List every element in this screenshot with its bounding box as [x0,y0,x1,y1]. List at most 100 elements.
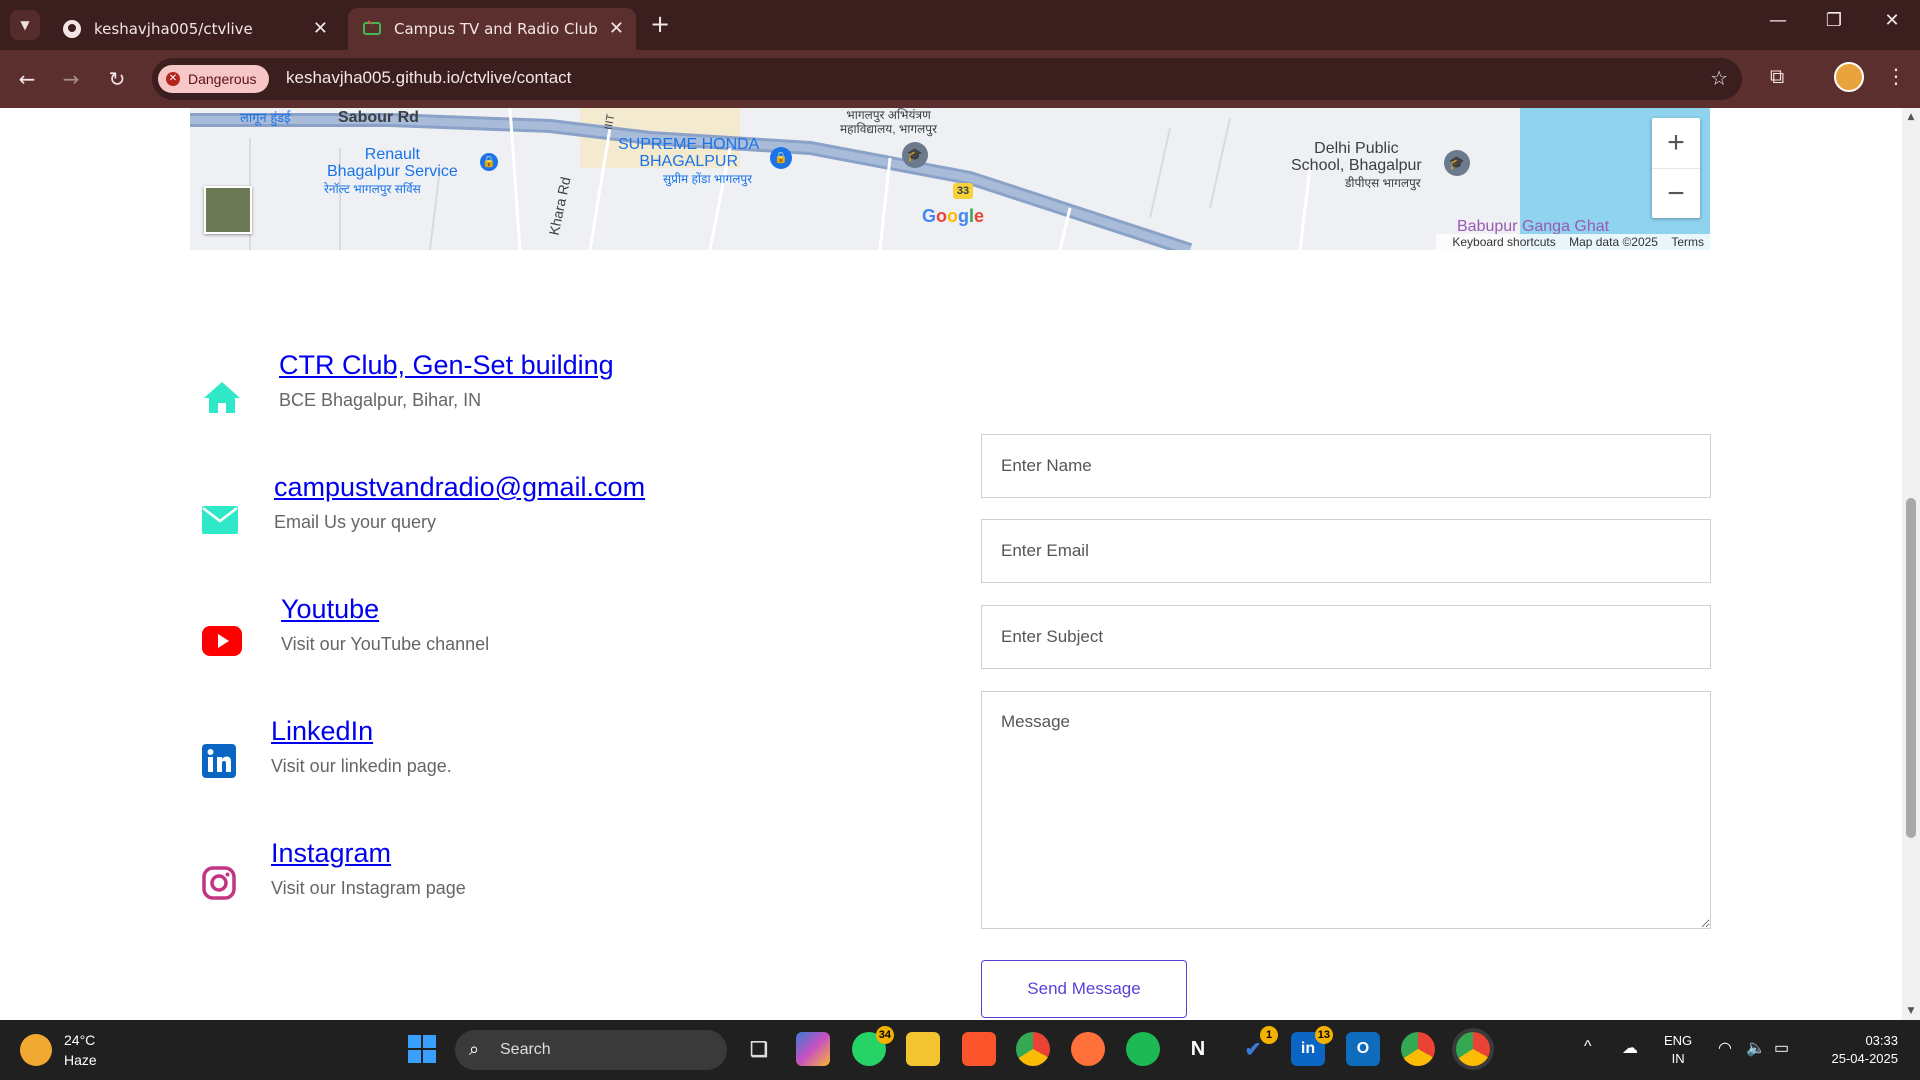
forward-icon[interactable]: → [56,64,86,94]
site-icon [362,19,382,39]
google-map[interactable]: लागून हुंडई Sabour Rd Renault Bhagalpur … [190,108,1710,250]
map-label: SUPREME HONDA BHAGALPUR [618,136,760,170]
security-warning-chip[interactable]: ✕ Dangerous [158,65,269,93]
github-icon [62,19,82,39]
clock-time: 03:33 [1865,1033,1898,1048]
firefox-icon[interactable] [1071,1032,1105,1066]
address-link[interactable]: CTR Club, Gen-Set building [279,350,614,381]
onedrive-icon[interactable]: ☁ [1622,1038,1638,1058]
terms-link[interactable]: Terms [1671,235,1704,249]
whatsapp-icon[interactable]: 34 [852,1026,894,1066]
page-viewport: लागून हुंडई Sabour Rd Renault Bhagalpur … [0,108,1902,1020]
school-pin-icon[interactable]: 🎓 [902,142,928,168]
map-label: Renault Bhagalpur Service [327,146,458,180]
message-field[interactable] [981,691,1711,929]
tab-campus-tv[interactable]: Campus TV and Radio Club ✕ [348,8,636,50]
todo-icon[interactable]: ✔ 1 [1236,1026,1278,1066]
linkedin-app-icon[interactable]: in 13 [1291,1026,1333,1066]
youtube-subtitle: Visit our YouTube channel [281,634,490,654]
browser-toolbar: ← → ↻ ✕ Dangerous keshavjha005.github.io… [0,50,1920,108]
name-field[interactable] [981,434,1711,498]
outlook-icon[interactable]: O [1346,1032,1380,1066]
restore-icon[interactable]: ❐ [1814,10,1854,31]
keyboard-shortcuts-link[interactable]: Keyboard shortcuts [1452,235,1555,249]
subject-field[interactable] [981,605,1711,669]
map-label: सुप्रीम होंडा भागलपुर [663,172,753,186]
security-label: Dangerous [188,71,257,87]
close-window-icon[interactable]: ✕ [1872,10,1912,31]
zoom-controls: + − [1652,118,1700,218]
battery-icon[interactable]: ▭ [1774,1038,1789,1058]
minimize-icon[interactable]: — [1758,10,1798,31]
reload-icon[interactable]: ↻ [102,64,132,94]
language-indicator[interactable]: ENG IN [1664,1032,1692,1068]
instagram-subtitle: Visit our Instagram page [271,878,466,898]
language-code: ENG [1664,1033,1693,1048]
region-code: IN [1671,1051,1685,1066]
chrome-icon[interactable] [1016,1032,1050,1066]
show-hidden-icons[interactable]: ^ [1584,1038,1592,1056]
close-tab-icon[interactable]: ✕ [313,18,328,39]
browser-tab-bar: ▼ keshavjha005/ctvlive ✕ Campus TV and R… [0,0,1920,50]
weather-haze-icon[interactable] [20,1034,52,1066]
back-icon[interactable]: ← [12,64,42,94]
close-tab-icon[interactable]: ✕ [609,18,624,39]
map-attribution: Keyboard shortcuts Map data ©2025 Terms [1436,234,1710,250]
map-label: Delhi Public School, Bhagalpur [1291,140,1422,174]
search-label: Search [500,1041,551,1058]
map-data-text: Map data ©2025 [1569,235,1658,249]
extensions-icon[interactable]: ⧉ [1770,64,1784,88]
brave-icon[interactable] [962,1032,996,1066]
shopping-pin-icon[interactable]: 🔒 [770,147,792,169]
scroll-up-icon[interactable]: ▲ [1906,112,1916,122]
new-tab-icon[interactable]: + [650,10,670,38]
zoom-out-button[interactable]: − [1652,168,1700,218]
chrome-active-icon[interactable] [1456,1032,1490,1066]
task-view-icon[interactable]: ❏ [742,1032,776,1066]
windows-start-icon[interactable] [405,1032,439,1066]
address-bar[interactable]: ✕ Dangerous keshavjha005.github.io/ctvli… [152,58,1742,100]
search-icon: ⌕ [469,1039,480,1059]
google-logo: Google [922,206,985,226]
clock[interactable]: 03:33 25-04-2025 [1818,1032,1899,1068]
weather-temperature: 24°C [64,1032,96,1048]
volume-icon[interactable]: 🔈 [1746,1038,1766,1058]
notification-badge: 1 [1260,1026,1278,1044]
email-subtitle: Email Us your query [274,512,437,532]
taskbar-search[interactable]: ⌕ Search [455,1030,727,1070]
notification-badge: 34 [875,1026,894,1044]
mail-icon [202,506,238,538]
instagram-link[interactable]: Instagram [271,838,391,869]
map-label: Sabour Rd [338,109,419,126]
notion-icon[interactable]: N [1181,1032,1215,1066]
address-subtitle: BCE Bhagalpur, Bihar, IN [279,390,482,410]
zoom-in-button[interactable]: + [1652,118,1700,168]
chrome-profile-icon[interactable] [1401,1032,1435,1066]
spotify-icon[interactable] [1126,1032,1160,1066]
tab-title: keshavjha005/ctvlive [94,20,253,38]
scroll-thumb[interactable] [1906,498,1916,838]
school-pin-icon[interactable]: 🎓 [1444,150,1470,176]
menu-icon[interactable]: ⋮ [1886,64,1906,88]
map-label: भागलपुर अभियंत्रण महाविद्यालय, भागलपुर [840,108,938,136]
wifi-icon[interactable]: ◠ [1718,1038,1732,1058]
tab-search-button[interactable]: ▼ [10,10,40,40]
notification-badge: 13 [1314,1026,1333,1044]
bookmark-star-icon[interactable]: ☆ [1710,66,1728,90]
youtube-icon [202,626,242,660]
file-explorer-icon[interactable] [906,1032,940,1066]
youtube-link[interactable]: Youtube [281,594,379,625]
tab-github[interactable]: keshavjha005/ctvlive ✕ [48,8,340,50]
linkedin-link[interactable]: LinkedIn [271,716,373,747]
shopping-pin-icon[interactable]: 🔒 [480,153,498,171]
profile-avatar[interactable] [1834,62,1864,92]
email-field[interactable] [981,519,1711,583]
scroll-down-icon[interactable]: ▼ [1906,1006,1916,1016]
tab-title: Campus TV and Radio Club [394,20,598,38]
url-text[interactable]: keshavjha005.github.io/ctvlive/contact [286,68,571,88]
email-link[interactable]: campustvandradio@gmail.com [274,472,645,503]
page-scrollbar[interactable]: ▲ ▼ [1902,108,1920,1020]
send-message-button[interactable]: Send Message [981,960,1187,1018]
copilot-icon[interactable] [796,1032,830,1066]
satellite-view-toggle[interactable] [204,186,252,234]
